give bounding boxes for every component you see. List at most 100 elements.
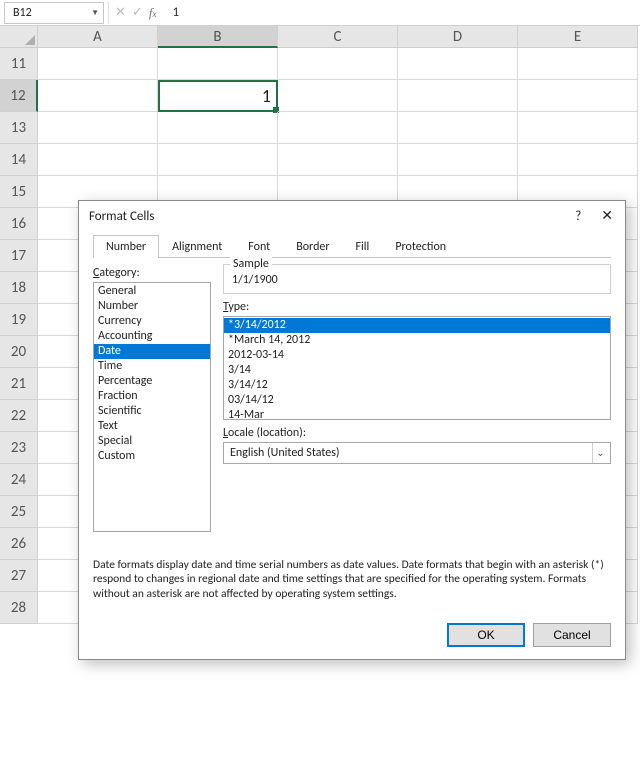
cell[interactable] <box>518 80 638 112</box>
row-header[interactable]: 25 <box>0 496 38 528</box>
cell[interactable]: 1 <box>158 80 278 112</box>
column-headers: ABCDE <box>0 26 640 48</box>
locale-value: English (United States) <box>230 446 340 460</box>
close-icon[interactable]: ✕ <box>597 209 617 223</box>
list-item[interactable]: Percentage <box>94 374 210 389</box>
row-header[interactable]: 19 <box>0 304 38 336</box>
sample-label: Sample <box>230 257 272 271</box>
sample-value: 1/1/1900 <box>232 273 278 287</box>
row-header[interactable]: 16 <box>0 208 38 240</box>
column-header[interactable]: A <box>38 26 158 48</box>
tab-protection[interactable]: Protection <box>382 235 459 258</box>
cell[interactable] <box>158 144 278 176</box>
cell[interactable] <box>518 112 638 144</box>
list-item[interactable]: Time <box>94 359 210 374</box>
help-icon[interactable]: ? <box>571 209 585 224</box>
row-header[interactable]: 20 <box>0 336 38 368</box>
list-item[interactable]: Number <box>94 299 210 314</box>
list-item[interactable]: Date <box>94 344 210 359</box>
cell[interactable] <box>278 112 398 144</box>
list-item[interactable]: Text <box>94 419 210 434</box>
ok-button[interactable]: OK <box>447 623 525 647</box>
list-item[interactable]: Custom <box>94 449 210 464</box>
cell[interactable] <box>398 144 518 176</box>
row-header[interactable]: 28 <box>0 592 38 624</box>
cell[interactable] <box>38 112 158 144</box>
row-header[interactable]: 26 <box>0 528 38 560</box>
list-item[interactable]: Special <box>94 434 210 449</box>
cell[interactable] <box>38 144 158 176</box>
category-label: Category: <box>93 266 211 280</box>
select-all-corner[interactable] <box>0 26 38 48</box>
dialog-titlebar[interactable]: Format Cells ? ✕ <box>79 201 625 231</box>
cell[interactable] <box>398 80 518 112</box>
formula-bar: B12 ▼ ✕ ✓ fx 1 <box>0 0 640 26</box>
list-item[interactable]: Accounting <box>94 329 210 344</box>
row-header[interactable]: 13 <box>0 112 38 144</box>
locale-label: Locale (location): <box>223 426 611 440</box>
sample-box: Sample 1/1/1900 <box>223 264 611 294</box>
format-description: Date formats display date and time seria… <box>93 558 611 601</box>
name-box[interactable]: B12 ▼ <box>4 2 104 24</box>
row-header[interactable]: 15 <box>0 176 38 208</box>
cell[interactable] <box>278 144 398 176</box>
formula-bar-value[interactable]: 1 <box>162 5 179 20</box>
row-header[interactable]: 27 <box>0 560 38 592</box>
cancel-button[interactable]: Cancel <box>533 623 611 647</box>
list-item[interactable]: 3/14 <box>224 363 610 378</box>
format-cells-dialog: Format Cells ? ✕ NumberAlignmentFontBord… <box>78 200 626 660</box>
cell[interactable] <box>278 48 398 80</box>
type-listbox[interactable]: *3/14/2012*March 14, 20122012-03-143/143… <box>223 316 611 420</box>
list-item[interactable]: Fraction <box>94 389 210 404</box>
tab-border[interactable]: Border <box>283 235 342 258</box>
enter-entry-icon: ✓ <box>132 5 143 20</box>
grid-row: 14 <box>0 144 640 176</box>
cell[interactable] <box>158 112 278 144</box>
cell[interactable] <box>158 48 278 80</box>
cell[interactable] <box>38 80 158 112</box>
chevron-down-icon: ⌄ <box>592 443 608 463</box>
grid-row: 11 <box>0 48 640 80</box>
cell[interactable] <box>518 144 638 176</box>
cell[interactable] <box>398 48 518 80</box>
list-item[interactable]: Currency <box>94 314 210 329</box>
list-item[interactable]: *3/14/2012 <box>224 318 610 333</box>
column-header[interactable]: E <box>518 26 638 48</box>
list-item[interactable]: 14-Mar <box>224 408 610 420</box>
tab-font[interactable]: Font <box>235 235 283 258</box>
list-item[interactable]: *March 14, 2012 <box>224 333 610 348</box>
tab-alignment[interactable]: Alignment <box>159 235 235 258</box>
type-label: Type: <box>223 300 611 314</box>
list-item[interactable]: 03/14/12 <box>224 393 610 408</box>
row-header[interactable]: 22 <box>0 400 38 432</box>
cancel-entry-icon: ✕ <box>115 5 126 20</box>
dialog-buttons: OK Cancel <box>79 613 625 659</box>
tab-number[interactable]: Number <box>93 235 159 258</box>
row-header[interactable]: 21 <box>0 368 38 400</box>
name-box-dropdown-icon[interactable]: ▼ <box>91 8 99 18</box>
list-item[interactable]: 2012-03-14 <box>224 348 610 363</box>
column-header[interactable]: D <box>398 26 518 48</box>
insert-function-icon[interactable]: fx <box>149 5 157 21</box>
list-item[interactable]: Scientific <box>94 404 210 419</box>
row-header[interactable]: 24 <box>0 464 38 496</box>
cell[interactable] <box>518 48 638 80</box>
row-header[interactable]: 17 <box>0 240 38 272</box>
locale-combo[interactable]: English (United States) ⌄ <box>223 442 611 464</box>
cell[interactable] <box>38 48 158 80</box>
column-header[interactable]: B <box>158 26 278 48</box>
list-item[interactable]: General <box>94 284 210 299</box>
row-header[interactable]: 12 <box>0 80 38 112</box>
cell[interactable] <box>278 80 398 112</box>
row-header[interactable]: 18 <box>0 272 38 304</box>
category-listbox[interactable]: GeneralNumberCurrencyAccountingDateTimeP… <box>93 282 211 532</box>
name-box-value: B12 <box>13 6 32 20</box>
formula-bar-icons: ✕ ✓ fx <box>108 2 162 24</box>
tab-fill[interactable]: Fill <box>343 235 383 258</box>
row-header[interactable]: 11 <box>0 48 38 80</box>
row-header[interactable]: 14 <box>0 144 38 176</box>
row-header[interactable]: 23 <box>0 432 38 464</box>
list-item[interactable]: 3/14/12 <box>224 378 610 393</box>
column-header[interactable]: C <box>278 26 398 48</box>
cell[interactable] <box>398 112 518 144</box>
